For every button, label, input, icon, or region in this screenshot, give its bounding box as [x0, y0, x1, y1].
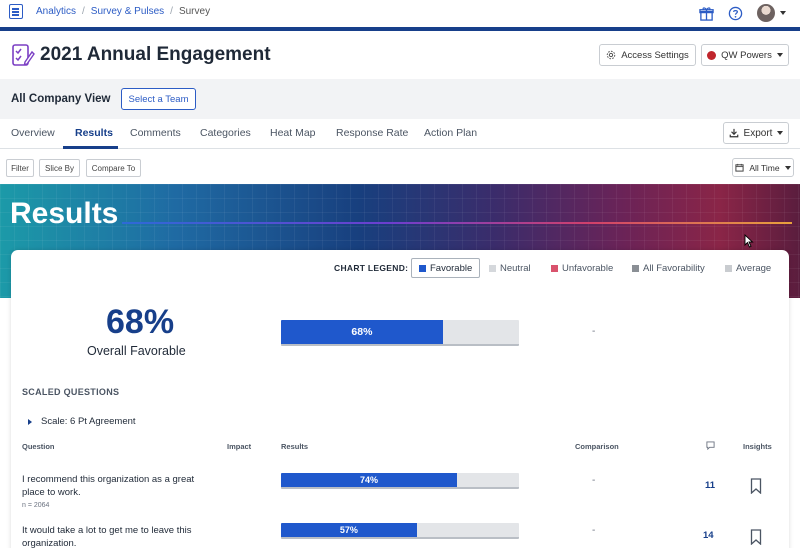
question-result-bar: 74%	[281, 473, 519, 489]
question-comment-count[interactable]: 14	[703, 530, 714, 541]
time-range-label: All Time	[749, 162, 780, 173]
export-button[interactable]: Export	[723, 122, 789, 144]
breadcrumb: Analytics / Survey & Pulses / Survey	[36, 6, 211, 17]
view-bar: All Company View	[0, 79, 800, 119]
qw-powers-label: QW Powers	[721, 49, 772, 61]
legend-all-favorability[interactable]: All Favorability	[632, 258, 705, 278]
results-card	[11, 250, 789, 548]
scale-group-toggle[interactable]: Scale: 6 Pt Agreement	[28, 416, 136, 427]
legend-swatch	[551, 264, 558, 272]
column-impact: Impact	[227, 442, 252, 451]
column-comparison: Comparison	[575, 442, 619, 451]
breadcrumb-analytics[interactable]: Analytics	[36, 6, 76, 17]
bookmark-icon[interactable]	[750, 529, 762, 545]
legend-swatch	[632, 264, 639, 272]
legend-unfavorable[interactable]: Unfavorable	[551, 258, 613, 278]
legend-average[interactable]: Average	[725, 258, 771, 278]
caret-right-icon	[28, 418, 32, 425]
overall-favorable-percent: 68%	[106, 303, 175, 341]
access-settings-button[interactable]: Access Settings	[599, 44, 696, 66]
chevron-down-icon	[784, 165, 791, 170]
calendar-icon	[735, 163, 744, 172]
tab-response-rate[interactable]: Response Rate	[336, 127, 408, 139]
overall-result-bar: 68%	[281, 320, 519, 346]
tab-categories[interactable]: Categories	[200, 127, 251, 139]
comment-icon	[706, 441, 715, 450]
compare-to-button[interactable]: Compare To	[86, 159, 141, 177]
chevron-down-icon	[776, 53, 783, 57]
question-bar-label: 74%	[360, 475, 379, 485]
overall-comparison: -	[592, 326, 596, 337]
gear-icon	[606, 50, 616, 60]
qw-powers-icon	[707, 50, 717, 60]
legend-favorable[interactable]: Favorable	[411, 258, 481, 278]
bookmark-icon[interactable]	[750, 478, 762, 494]
download-icon	[729, 128, 738, 138]
view-label: All Company View	[11, 93, 111, 105]
question-comment-count[interactable]: 11	[705, 480, 715, 491]
scaled-questions-title: SCALED QUESTIONS	[22, 387, 120, 397]
column-insights: Insights	[743, 442, 772, 451]
overall-bar-label: 68%	[351, 326, 373, 338]
page-title: 2021 Annual Engagement	[40, 44, 271, 65]
top-bar: Analytics / Survey & Pulses / Survey	[0, 0, 800, 27]
tab-comments[interactable]: Comments	[130, 127, 181, 139]
tab-action-plan[interactable]: Action Plan	[424, 127, 477, 139]
question-count: n = 2064	[22, 502, 50, 509]
chevron-down-icon	[777, 131, 784, 135]
question-text: I recommend this organization as a great…	[22, 474, 195, 498]
question-result-bar: 57%	[281, 523, 519, 539]
slice-by-button[interactable]: Slice By	[39, 159, 80, 177]
legend-swatch	[419, 264, 426, 272]
help-icon[interactable]	[728, 6, 743, 21]
menu-icon[interactable]	[9, 4, 23, 19]
time-range-dropdown[interactable]: All Time	[732, 158, 794, 177]
banner-title: Results	[10, 197, 119, 230]
question-comparison: -	[592, 525, 596, 536]
tab-heat-map[interactable]: Heat Map	[270, 127, 316, 139]
legend-neutral[interactable]: Neutral	[489, 258, 531, 278]
banner-line	[122, 222, 792, 224]
breadcrumb-survey: Survey	[178, 6, 211, 17]
overall-favorable-label: Overall Favorable	[87, 344, 186, 358]
mouse-cursor-icon	[744, 234, 754, 248]
breadcrumb-survey-pulses[interactable]: Survey & Pulses	[91, 6, 164, 17]
gift-icon[interactable]	[699, 6, 714, 21]
question-bar-label: 57%	[339, 525, 358, 535]
access-settings-label: Access Settings	[621, 49, 689, 61]
avatar	[757, 4, 775, 22]
question-comparison: -	[592, 475, 596, 486]
chevron-down-icon	[780, 11, 786, 15]
column-question: Question	[22, 442, 55, 451]
filter-button[interactable]: Filter	[6, 159, 34, 177]
scale-name: Scale: 6 Pt Agreement	[41, 416, 136, 427]
tab-results[interactable]: Results	[75, 127, 113, 139]
tab-bar: Overview Results Comments Categories Hea…	[0, 119, 800, 149]
question-text: It would take a lot to get me to leave t…	[22, 525, 192, 548]
user-menu[interactable]	[757, 4, 786, 22]
tab-overview[interactable]: Overview	[11, 127, 55, 139]
select-team-button[interactable]: Select a Team	[121, 88, 196, 110]
qw-powers-button[interactable]: QW Powers	[701, 44, 789, 66]
legend-swatch	[725, 264, 732, 272]
legend-swatch	[489, 264, 496, 272]
survey-icon	[12, 44, 35, 66]
chart-legend-label: CHART LEGEND:	[334, 263, 409, 273]
export-label: Export	[743, 127, 773, 139]
column-results: Results	[281, 442, 309, 451]
